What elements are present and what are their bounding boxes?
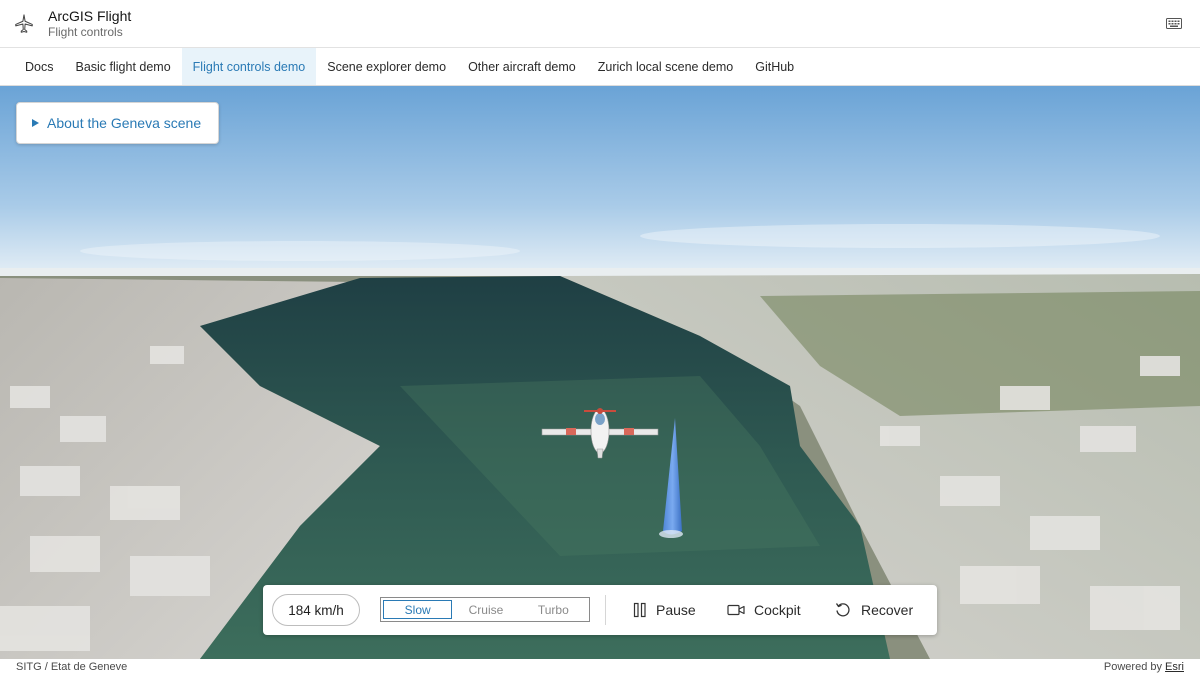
speed-readout: 184 km/h — [272, 594, 360, 626]
keyboard-icon[interactable] — [1166, 17, 1182, 30]
about-scene-label: About the Geneva scene — [47, 115, 202, 131]
disclosure-triangle-icon — [32, 119, 39, 127]
nav-item-basic-flight-demo[interactable]: Basic flight demo — [64, 48, 181, 85]
app-header: ArcGIS Flight Flight controls — [0, 0, 1200, 48]
mode-slow-button[interactable]: Slow — [383, 600, 453, 619]
airplane-icon — [12, 12, 36, 36]
mode-turbo-button[interactable]: Turbo — [520, 600, 587, 619]
pause-icon — [633, 602, 646, 618]
app-titles: ArcGIS Flight Flight controls — [48, 8, 131, 40]
nav-item-scene-explorer-demo[interactable]: Scene explorer demo — [316, 48, 457, 85]
esri-link[interactable]: Esri — [1165, 661, 1184, 673]
cockpit-label: Cockpit — [754, 602, 801, 618]
camera-icon — [727, 604, 745, 616]
pause-label: Pause — [656, 602, 696, 618]
nav-item-other-aircraft-demo[interactable]: Other aircraft demo — [457, 48, 587, 85]
about-scene-toggle[interactable]: About the Geneva scene — [16, 102, 219, 144]
nav-item-github[interactable]: GitHub — [744, 48, 805, 85]
nav-item-docs[interactable]: Docs — [14, 48, 64, 85]
attribution-bar: SITG / Etat de Geneve Powered by Esri — [0, 659, 1200, 675]
app-subtitle: Flight controls — [48, 24, 123, 39]
recover-label: Recover — [861, 602, 914, 618]
scene-view[interactable] — [0, 86, 1200, 659]
nav-item-zurich-local-scene-demo[interactable]: Zurich local scene demo — [587, 48, 744, 85]
pause-button[interactable]: Pause — [633, 598, 696, 622]
attribution-source: SITG / Etat de Geneve — [16, 661, 128, 673]
app-title: ArcGIS Flight — [48, 7, 132, 24]
recover-button[interactable]: Recover — [834, 598, 913, 622]
powered-by-prefix: Powered by — [1103, 661, 1162, 673]
powered-by: Powered by Esri — [1104, 661, 1184, 673]
recover-icon — [835, 603, 850, 617]
speed-mode-segmented-control: Slow Cruise Turbo — [380, 597, 590, 622]
flight-controls-panel: 184 km/h Slow Cruise Turbo Pause Cockpit… — [263, 585, 937, 635]
scene-canvas — [0, 86, 1200, 659]
cockpit-button[interactable]: Cockpit — [727, 598, 801, 622]
nav-item-flight-controls-demo[interactable]: Flight controls demo — [181, 48, 317, 85]
top-nav: Docs Basic flight demo Flight controls d… — [0, 48, 1200, 86]
controls-divider — [605, 595, 606, 625]
mode-cruise-button[interactable]: Cruise — [452, 600, 519, 619]
